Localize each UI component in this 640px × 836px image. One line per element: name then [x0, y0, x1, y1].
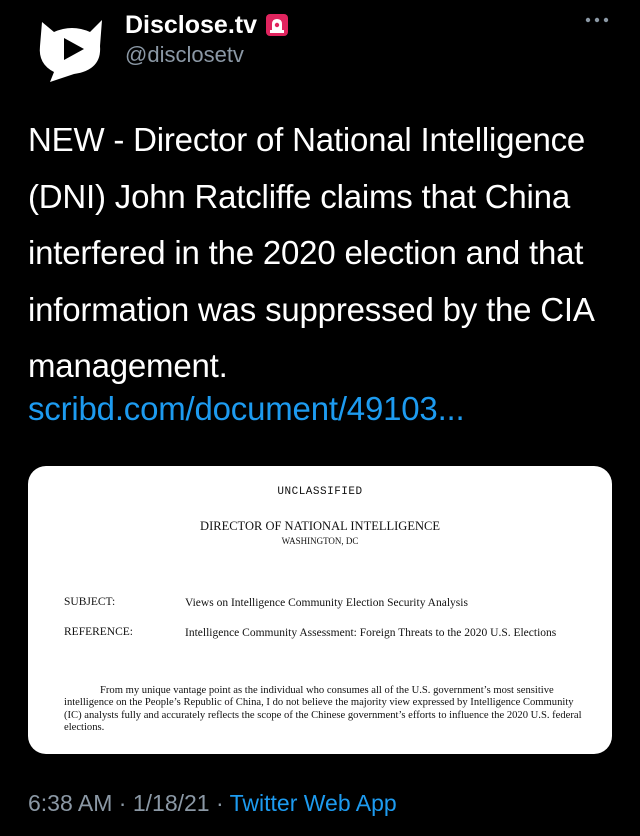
reference-value: Intelligence Community Assessment: Forei… [185, 627, 557, 639]
disclose-tv-logo-icon [39, 20, 102, 82]
tweet-source[interactable]: Twitter Web App [230, 790, 397, 816]
reference-label: REFERENCE: [64, 626, 134, 638]
tweet-date[interactable]: 1/18/21 [133, 790, 210, 816]
tweet-text: NEW - Director of National Intelligence … [28, 121, 593, 384]
classification-label: UNCLASSIFIED [277, 486, 363, 498]
author-names: Disclose.tv @disclosetv [125, 10, 289, 68]
tweet-link[interactable]: scribd.com/document/49103... [28, 384, 465, 434]
more-options-icon[interactable] [584, 12, 610, 28]
display-name-row: Disclose.tv [125, 10, 289, 40]
subject-label: SUBJECT: [64, 596, 116, 608]
tweet-time[interactable]: 6:38 AM [28, 790, 112, 816]
handle[interactable]: @disclosetv [125, 42, 289, 68]
document-body: From my unique vantage point as the indi… [64, 685, 582, 734]
office-title: DIRECTOR OF NATIONAL INTELLIGENCE [200, 519, 440, 533]
office-location: WASHINGTON, DC [281, 536, 359, 546]
meta-separator: · [215, 790, 224, 816]
document-image[interactable]: UNCLASSIFIED DIRECTOR OF NATIONAL INTELL… [28, 466, 612, 754]
document-page: UNCLASSIFIED DIRECTOR OF NATIONAL INTELL… [28, 466, 612, 754]
siren-icon [265, 13, 289, 37]
tweet-header: Disclose.tv @disclosetv [0, 0, 640, 90]
subject-value: Views on Intelligence Community Election… [185, 597, 468, 609]
meta-separator: · [118, 790, 127, 816]
tweet-meta: 6:38 AM · 1/18/21 · Twitter Web App [28, 788, 397, 818]
display-name[interactable]: Disclose.tv [125, 10, 257, 40]
avatar[interactable] [32, 12, 112, 82]
